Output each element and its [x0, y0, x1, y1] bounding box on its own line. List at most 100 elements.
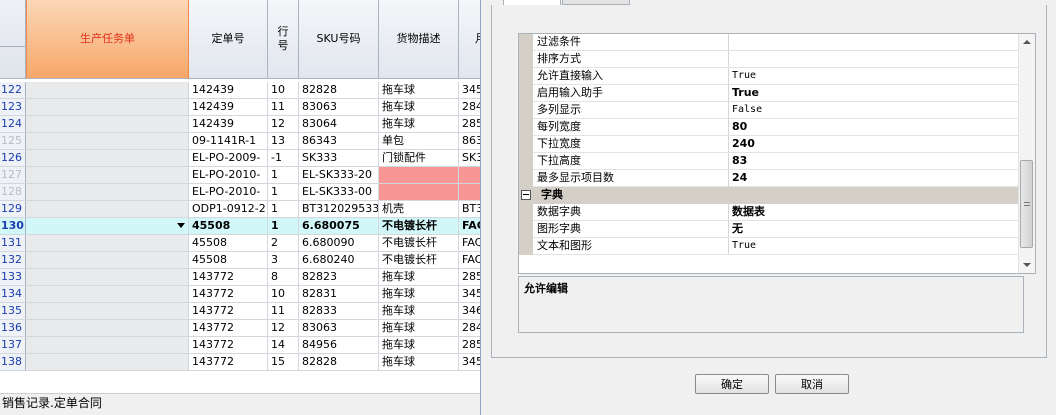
cell-line[interactable]: 2: [268, 235, 299, 251]
row-number[interactable]: 129: [0, 201, 26, 217]
property-name[interactable]: 最多显示项目数: [533, 170, 729, 186]
property-value[interactable]: 24: [729, 170, 1035, 186]
cell-order[interactable]: EL-PO-2009-: [189, 150, 268, 166]
table-row[interactable]: 136 143772 12 83063 拖车球 284: [0, 320, 480, 337]
cell-task[interactable]: [26, 201, 189, 217]
property-name[interactable]: 下拉宽度: [533, 136, 729, 152]
cell-line[interactable]: 14: [268, 337, 299, 353]
column-header-order[interactable]: 定单号: [189, 0, 268, 79]
cell-task[interactable]: [26, 82, 189, 98]
cell-sku[interactable]: 6.680075: [299, 218, 379, 234]
cell-line[interactable]: 1: [268, 167, 299, 183]
table-row[interactable]: 123 142439 11 83063 拖车球 284: [0, 99, 480, 116]
property-row[interactable]: 排序方式: [519, 51, 1035, 68]
cell-more[interactable]: BT3: [459, 201, 480, 217]
table-row[interactable]: 138 143772 15 82828 拖车球 345: [0, 354, 480, 371]
cell-task[interactable]: [26, 286, 189, 302]
cell-sku[interactable]: 83064: [299, 116, 379, 132]
property-name[interactable]: 数据字典: [533, 204, 729, 220]
vertical-scrollbar[interactable]: [1018, 34, 1035, 273]
property-name[interactable]: 图形字典: [533, 221, 729, 237]
property-row[interactable]: 允许直接输入 True: [519, 68, 1035, 85]
property-value[interactable]: True: [729, 68, 1035, 84]
cell-sku[interactable]: EL-SK333-00: [299, 184, 379, 200]
cell-task-dropdown[interactable]: [26, 218, 189, 234]
property-value[interactable]: [729, 34, 1035, 50]
cell-task[interactable]: [26, 116, 189, 132]
cell-sku[interactable]: BT312029533: [299, 201, 379, 217]
cell-sku[interactable]: 82833: [299, 303, 379, 319]
cell-desc[interactable]: 门锁配件: [379, 150, 459, 166]
property-value[interactable]: True: [729, 238, 1035, 254]
cell-order[interactable]: 143772: [189, 269, 268, 285]
property-name[interactable]: 下拉高度: [533, 153, 729, 169]
property-value[interactable]: 240: [729, 136, 1035, 152]
cell-sku[interactable]: 82828: [299, 354, 379, 370]
table-row[interactable]: 127 EL-PO-2010- 1 EL-SK333-20: [0, 167, 480, 184]
cell-task[interactable]: [26, 303, 189, 319]
cell-desc[interactable]: 拖车球: [379, 354, 459, 370]
cell-order[interactable]: EL-PO-2010-: [189, 167, 268, 183]
cell-line[interactable]: 13: [268, 133, 299, 149]
property-row[interactable]: 下拉高度 83: [519, 153, 1035, 170]
scroll-up-button[interactable]: [1019, 34, 1035, 50]
table-row[interactable]: 122 142439 10 82828 拖车球 345: [0, 82, 480, 99]
row-number[interactable]: 130: [0, 218, 26, 234]
row-number[interactable]: 124: [0, 116, 26, 132]
cell-sku[interactable]: SK333: [299, 150, 379, 166]
row-number[interactable]: 128: [0, 184, 26, 200]
cell-line[interactable]: 10: [268, 82, 299, 98]
property-value[interactable]: 无: [729, 221, 1035, 237]
property-name[interactable]: 允许直接输入: [533, 68, 729, 84]
cancel-button[interactable]: 取消: [775, 374, 849, 394]
table-row[interactable]: 134 143772 10 82831 拖车球 345: [0, 286, 480, 303]
row-number[interactable]: 136: [0, 320, 26, 336]
cell-order[interactable]: EL-PO-2010-: [189, 184, 268, 200]
row-number[interactable]: 135: [0, 303, 26, 319]
cell-desc[interactable]: [379, 184, 459, 200]
row-number-header[interactable]: [0, 0, 26, 79]
table-row[interactable]: 125 09-1141R-1 13 86343 单包 863: [0, 133, 480, 150]
cell-desc[interactable]: 不电镀长杆: [379, 252, 459, 268]
table-row[interactable]: 126 EL-PO-2009- -1 SK333 门锁配件 SK3: [0, 150, 480, 167]
cell-sku[interactable]: 82828: [299, 82, 379, 98]
row-number[interactable]: 133: [0, 269, 26, 285]
row-number[interactable]: 126: [0, 150, 26, 166]
cell-more[interactable]: 285: [459, 269, 480, 285]
cell-more[interactable]: SK3: [459, 150, 480, 166]
cell-order[interactable]: 142439: [189, 99, 268, 115]
cell-order[interactable]: 143772: [189, 354, 268, 370]
scroll-thumb[interactable]: [1020, 160, 1033, 248]
cell-desc[interactable]: 拖车球: [379, 337, 459, 353]
cell-task[interactable]: [26, 235, 189, 251]
column-header-task[interactable]: 生产任务单: [26, 0, 189, 79]
property-row[interactable]: 多列显示 False: [519, 102, 1035, 119]
cell-task[interactable]: [26, 337, 189, 353]
cell-order[interactable]: 143772: [189, 286, 268, 302]
cell-more[interactable]: 346: [459, 303, 480, 319]
cell-desc[interactable]: 拖车球: [379, 303, 459, 319]
cell-more[interactable]: 863: [459, 133, 480, 149]
property-name[interactable]: 文本和图形: [533, 238, 729, 254]
column-header-more[interactable]: 月: [459, 0, 480, 79]
row-number[interactable]: 125: [0, 133, 26, 149]
property-value[interactable]: 数据表: [729, 204, 1035, 220]
row-number[interactable]: 138: [0, 354, 26, 370]
property-row[interactable]: 图形字典无: [519, 221, 1035, 238]
table-row[interactable]: 131 45508 2 6.680090 不电镀长杆 FAC: [0, 235, 480, 252]
cell-desc[interactable]: 拖车球: [379, 320, 459, 336]
cell-order[interactable]: 09-1141R-1: [189, 133, 268, 149]
cell-sku[interactable]: 83063: [299, 320, 379, 336]
table-row[interactable]: 129 ODP1-0912-2 1 BT312029533 机壳 BT3: [0, 201, 480, 218]
cell-sku[interactable]: 82831: [299, 286, 379, 302]
property-row[interactable]: 数据字典 数据表: [519, 204, 1035, 221]
cell-order[interactable]: 142439: [189, 82, 268, 98]
cell-task[interactable]: [26, 252, 189, 268]
property-name[interactable]: 启用输入助手: [533, 85, 729, 101]
property-name[interactable]: 每列宽度: [533, 119, 729, 135]
property-name[interactable]: 多列显示: [533, 102, 729, 118]
cell-more[interactable]: 285: [459, 116, 480, 132]
cell-order[interactable]: 142439: [189, 116, 268, 132]
cell-line[interactable]: 8: [268, 269, 299, 285]
cell-desc[interactable]: 拖车球: [379, 286, 459, 302]
